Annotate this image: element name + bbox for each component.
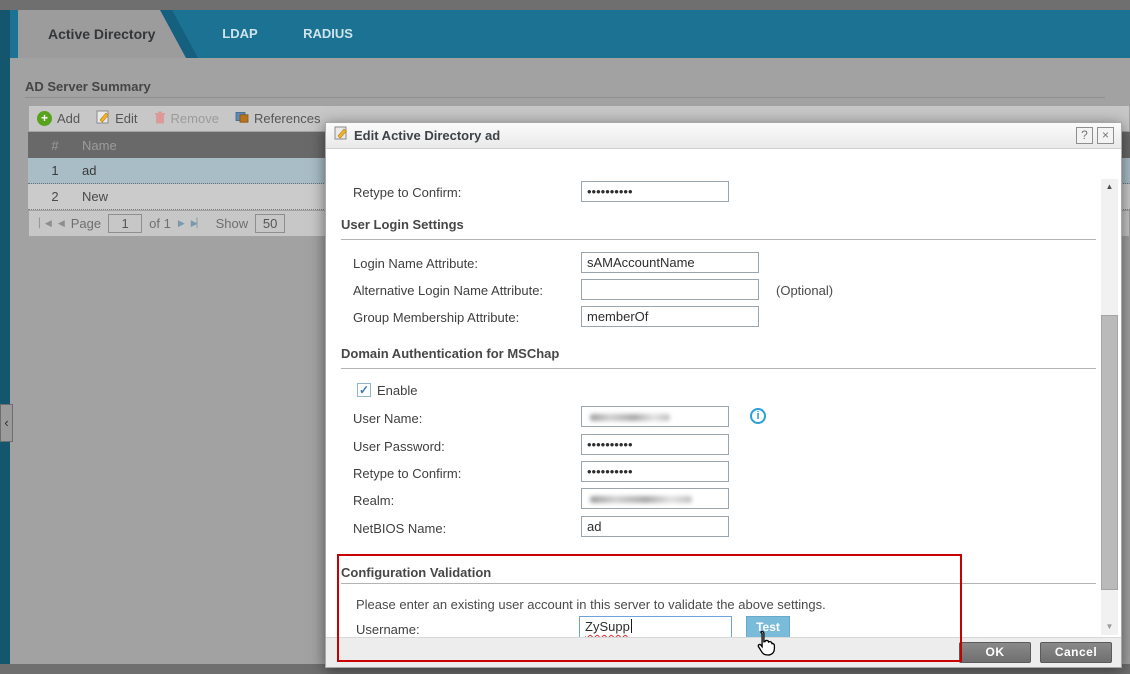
scrollbar-thumb[interactable] xyxy=(1101,315,1118,590)
remove-button[interactable]: Remove xyxy=(154,111,219,127)
section-title: AD Server Summary xyxy=(25,79,151,94)
prev-page-icon[interactable]: ◀ xyxy=(58,218,64,229)
realm-input[interactable] xyxy=(581,488,729,509)
edit-active-directory-dialog: Edit Active Directory ad ? × Retype to C… xyxy=(325,122,1122,668)
edit-icon xyxy=(96,110,110,127)
col-header-num: # xyxy=(40,138,70,153)
alt-login-attribute-label: Alternative Login Name Attribute: xyxy=(353,283,543,298)
add-label: Add xyxy=(57,111,80,126)
close-icon[interactable]: × xyxy=(1097,127,1114,144)
realm-label: Realm: xyxy=(353,493,394,508)
login-name-attribute-label: Login Name Attribute: xyxy=(353,256,478,271)
enable-label: Enable xyxy=(377,383,417,398)
show-label: Show xyxy=(216,216,249,231)
page-number-input[interactable] xyxy=(108,214,142,233)
user-login-settings-heading: User Login Settings xyxy=(341,217,464,232)
row-name: ad xyxy=(82,163,96,178)
ok-button[interactable]: OK xyxy=(959,642,1031,663)
netbios-name-label: NetBIOS Name: xyxy=(353,521,446,536)
page-of-label: of 1 xyxy=(149,216,171,231)
sidebar-collapse-handle[interactable]: ‹ xyxy=(0,404,13,442)
scroll-down-icon[interactable]: ▼ xyxy=(1101,619,1118,635)
chevron-left-icon: ‹ xyxy=(4,415,8,430)
retype-confirm-label: Retype to Confirm: xyxy=(353,185,461,200)
redacted-value xyxy=(590,414,670,421)
cancel-button[interactable]: Cancel xyxy=(1040,642,1112,663)
user-name-input[interactable] xyxy=(581,406,729,427)
references-icon xyxy=(235,111,249,126)
dialog-header[interactable]: Edit Active Directory ad xyxy=(326,123,1121,149)
help-icon[interactable]: ? xyxy=(1076,127,1093,144)
references-button[interactable]: References xyxy=(235,111,320,126)
mouse-cursor-icon xyxy=(754,630,776,661)
group-membership-attribute-input[interactable] xyxy=(581,306,759,327)
dialog-body: Retype to Confirm: User Login Settings L… xyxy=(326,149,1121,639)
add-icon: + xyxy=(37,111,52,126)
row-num: 2 xyxy=(40,189,70,204)
remove-label: Remove xyxy=(171,111,219,126)
page-label: Page xyxy=(71,216,101,231)
retype-confirm-input[interactable] xyxy=(581,461,729,482)
user-password-input[interactable] xyxy=(581,434,729,455)
edit-button[interactable]: Edit xyxy=(96,110,137,127)
retype-confirm-label: Retype to Confirm: xyxy=(353,466,461,481)
group-membership-attribute-label: Group Membership Attribute: xyxy=(353,310,519,325)
mschap-heading: Domain Authentication for MSChap xyxy=(341,346,559,361)
tab-active-directory[interactable]: Active Directory xyxy=(18,10,186,58)
edit-label: Edit xyxy=(115,111,137,126)
optional-hint: (Optional) xyxy=(776,283,833,298)
dialog-title: Edit Active Directory ad xyxy=(354,128,500,143)
references-label: References xyxy=(254,111,320,126)
section-rule xyxy=(341,239,1096,240)
sidebar-collapsed-strip xyxy=(0,10,10,664)
row-name: New xyxy=(82,189,108,204)
checkmark-icon: ✓ xyxy=(359,383,369,397)
user-password-label: User Password: xyxy=(353,439,445,454)
row-num: 1 xyxy=(40,163,70,178)
next-page-icon[interactable]: ▶ xyxy=(178,218,184,229)
last-page-icon[interactable]: ▶▏ xyxy=(191,218,203,229)
login-name-attribute-input[interactable] xyxy=(581,252,759,273)
user-name-label: User Name: xyxy=(353,411,422,426)
info-icon[interactable]: i xyxy=(750,408,766,424)
section-rule xyxy=(341,368,1096,369)
tab-ldap[interactable]: LDAP xyxy=(200,10,280,58)
trash-icon xyxy=(154,111,166,127)
tab-radius[interactable]: RADIUS xyxy=(284,10,372,58)
annotation-highlight-box xyxy=(337,554,962,662)
show-count-input[interactable] xyxy=(255,214,285,233)
col-header-name: Name xyxy=(82,138,117,153)
retype-confirm-input[interactable] xyxy=(581,181,729,202)
section-title-rule xyxy=(25,97,1105,98)
redacted-value xyxy=(590,496,692,503)
first-page-icon[interactable]: ▏◀ xyxy=(39,218,51,229)
window-top-bar xyxy=(0,0,1130,10)
scroll-up-icon[interactable]: ▲ xyxy=(1101,179,1118,195)
alt-login-attribute-input[interactable] xyxy=(581,279,759,300)
add-button[interactable]: + Add xyxy=(37,111,80,126)
netbios-name-input[interactable] xyxy=(581,516,729,537)
enable-checkbox[interactable]: ✓ xyxy=(357,383,371,397)
edit-dialog-icon xyxy=(334,126,348,145)
